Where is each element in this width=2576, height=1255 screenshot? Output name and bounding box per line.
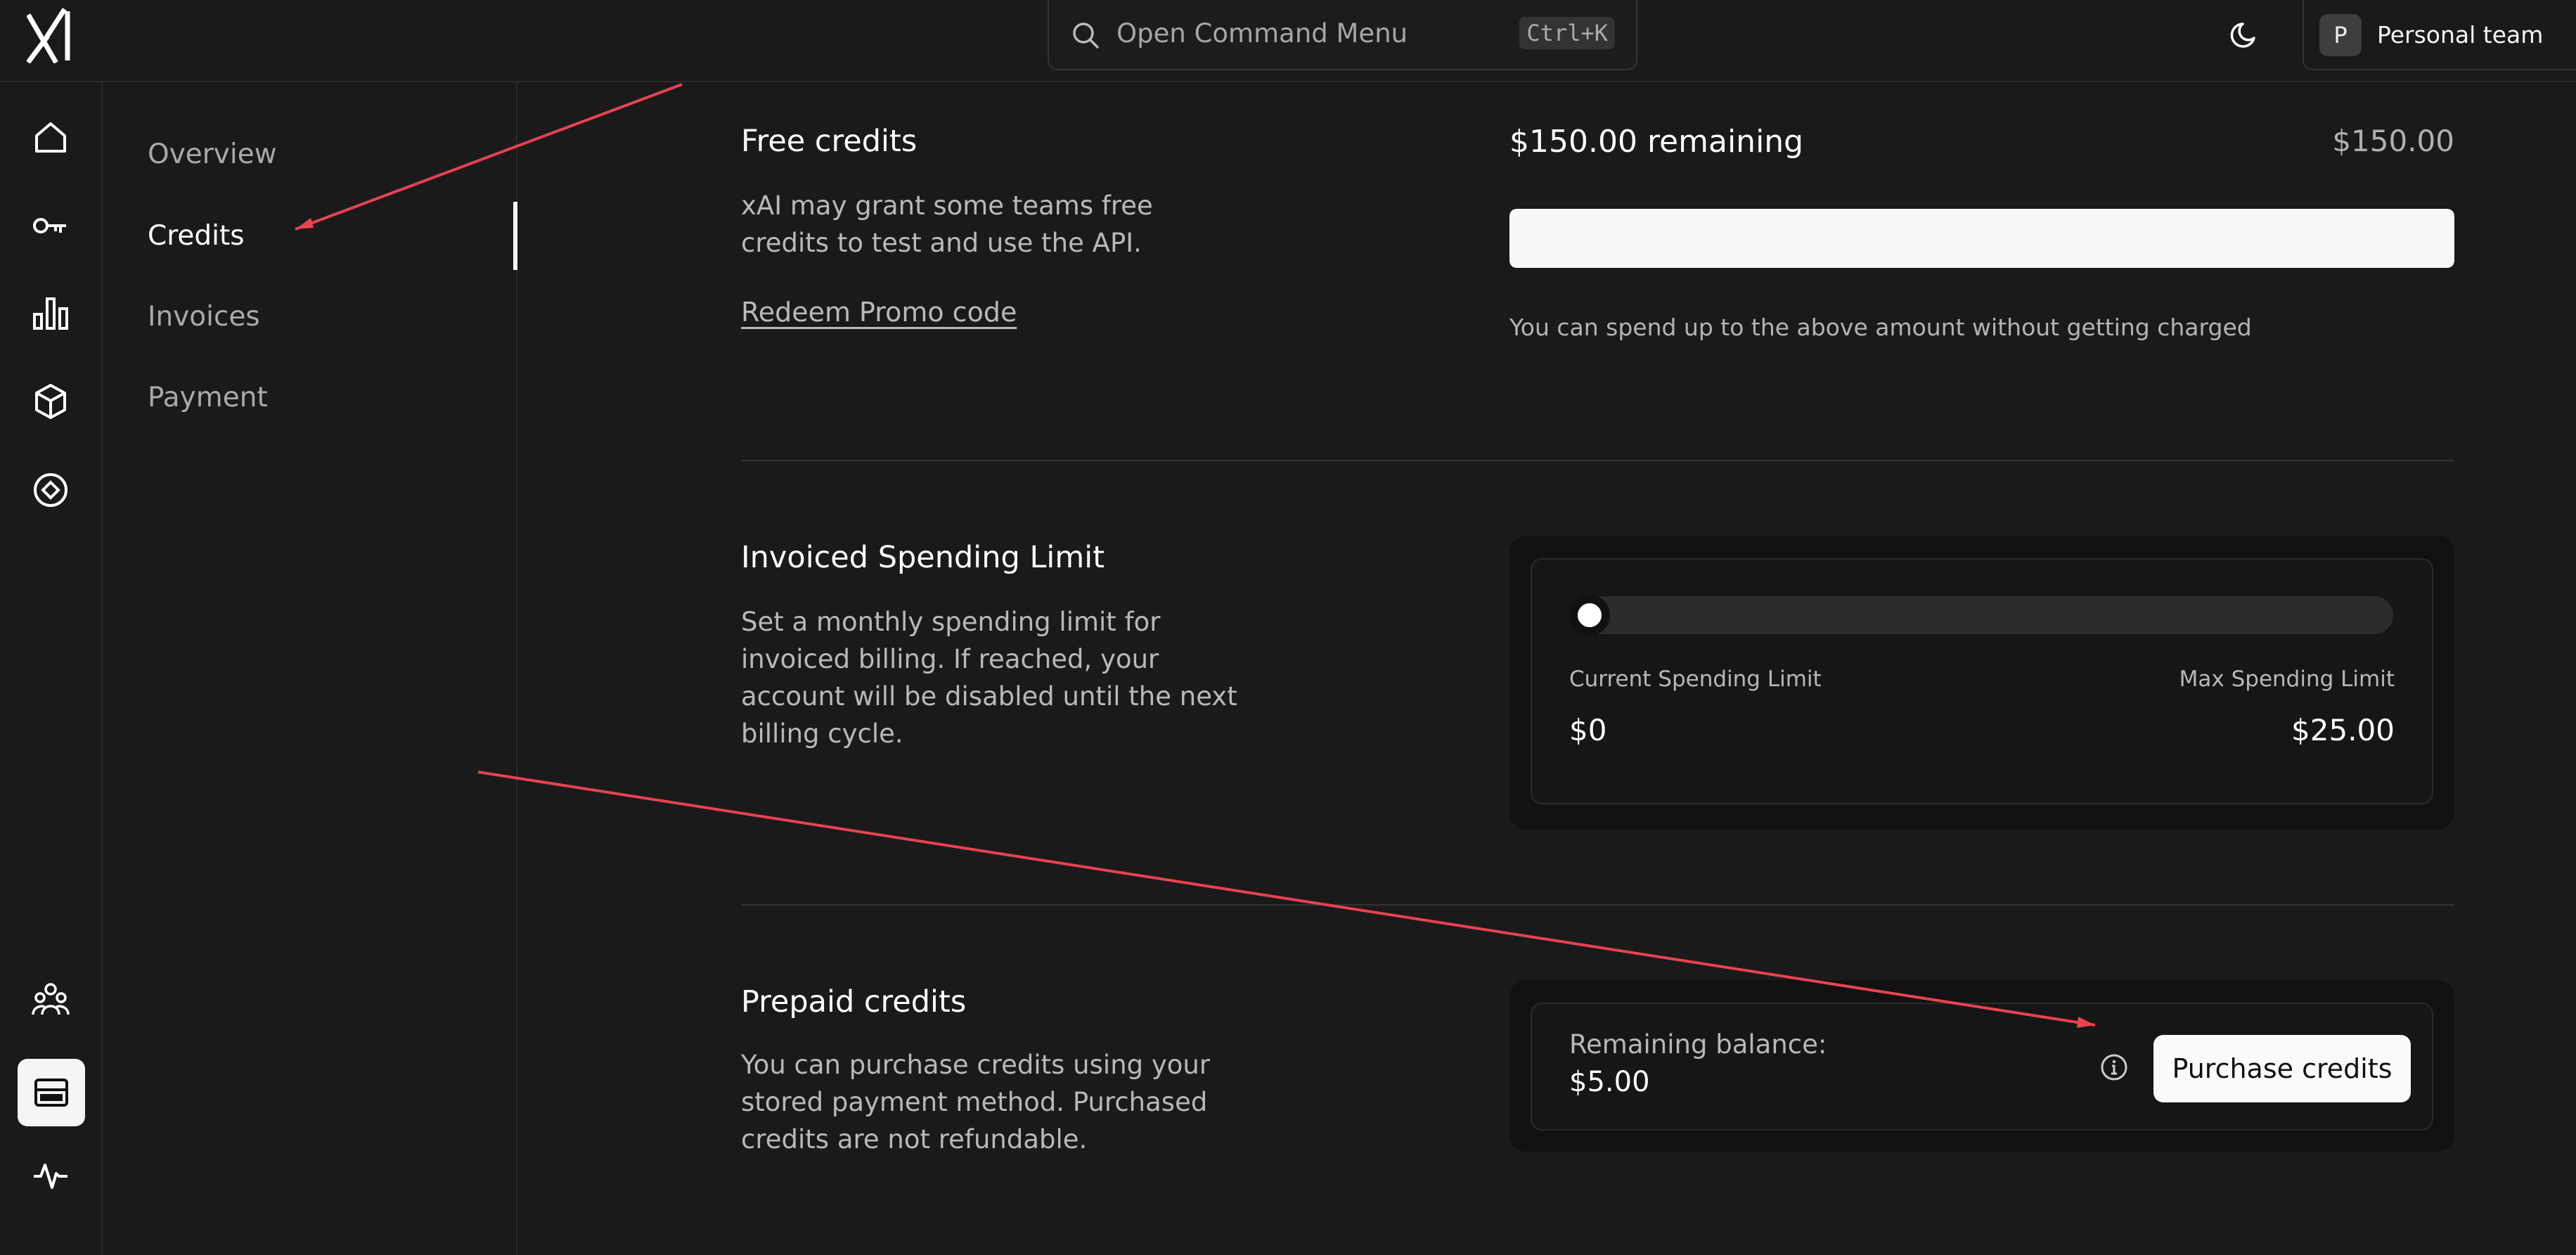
section-divider: [741, 904, 2454, 906]
current-limit-label: Current Spending Limit: [1569, 667, 1822, 692]
purchase-credits-button[interactable]: Purchase credits: [2153, 1035, 2411, 1102]
spending-limit-slider[interactable]: [1569, 595, 2393, 636]
search-icon: [1073, 22, 1099, 49]
subnav-item-credits[interactable]: Credits: [148, 220, 245, 252]
billing-icon[interactable]: [18, 1059, 85, 1126]
spending-limit-panel: Current Spending Limit Max Spending Limi…: [1531, 558, 2433, 804]
active-indicator: [513, 202, 517, 270]
free-credits-title: Free credits: [741, 124, 917, 159]
free-credits-description: xAI may grant some teams free credits to…: [741, 191, 1153, 258]
spending-limit-description: Set a monthly spending limit for invoice…: [741, 607, 1237, 749]
free-credits-note: You can spend up to the above amount wit…: [1509, 314, 2252, 341]
subnav-item-invoices[interactable]: Invoices: [148, 301, 260, 333]
bar-chart-icon[interactable]: [31, 293, 70, 333]
key-icon[interactable]: [31, 206, 70, 245]
current-limit-value: $0: [1569, 713, 1607, 747]
team-switcher[interactable]: P Personal team: [2303, 0, 2576, 70]
free-credits-progress-bar: [1509, 209, 2454, 268]
prepaid-panel: Remaining balance: $5.00 Purchase credit…: [1531, 1003, 2433, 1131]
subnav-item-overview[interactable]: Overview: [148, 139, 277, 170]
home-icon[interactable]: [31, 117, 70, 157]
icon-rail: [0, 82, 103, 1255]
team-name: Personal team: [2377, 21, 2544, 49]
prepaid-credits-description: You can purchase credits using your stor…: [741, 1050, 1211, 1154]
balance-value: $5.00: [1569, 1066, 1650, 1098]
moon-icon[interactable]: [2229, 18, 2261, 51]
compass-icon[interactable]: [31, 470, 70, 510]
top-bar: Open Command Menu Ctrl+K P Personal team: [0, 0, 2576, 82]
command-menu-button[interactable]: Open Command Menu Ctrl+K: [1048, 0, 1637, 70]
command-shortcut-badge: Ctrl+K: [1519, 17, 1615, 49]
slider-handle[interactable]: [1569, 595, 1610, 636]
spending-limit-title: Invoiced Spending Limit: [741, 540, 1105, 575]
prepaid-card: Remaining balance: $5.00 Purchase credit…: [1509, 980, 2454, 1152]
cube-icon[interactable]: [31, 382, 70, 421]
max-limit-label: Max Spending Limit: [2179, 667, 2395, 692]
max-limit-value: $25.00: [2291, 713, 2395, 747]
prepaid-credits-title: Prepaid credits: [741, 984, 967, 1019]
info-icon[interactable]: [2099, 1052, 2130, 1083]
team-avatar: P: [2319, 14, 2362, 56]
free-credits-remaining: $150.00 remaining: [1509, 124, 1804, 160]
command-menu-placeholder: Open Command Menu: [1116, 18, 1408, 49]
redeem-promo-link[interactable]: Redeem Promo code: [741, 297, 1017, 328]
balance-label: Remaining balance:: [1569, 1029, 1827, 1060]
section-divider: [741, 460, 2454, 461]
team-icon[interactable]: [31, 979, 70, 1019]
free-credits-progress-fill: [1509, 209, 2454, 268]
spending-limit-card: Current Spending Limit Max Spending Limi…: [1509, 536, 2454, 830]
activity-icon[interactable]: [31, 1155, 70, 1195]
billing-subnav: Overview Credits Invoices Payment: [103, 82, 517, 1255]
subnav-item-payment[interactable]: Payment: [148, 382, 268, 413]
xai-logo[interactable]: [26, 7, 77, 64]
free-credits-total: $150.00: [2332, 124, 2454, 158]
